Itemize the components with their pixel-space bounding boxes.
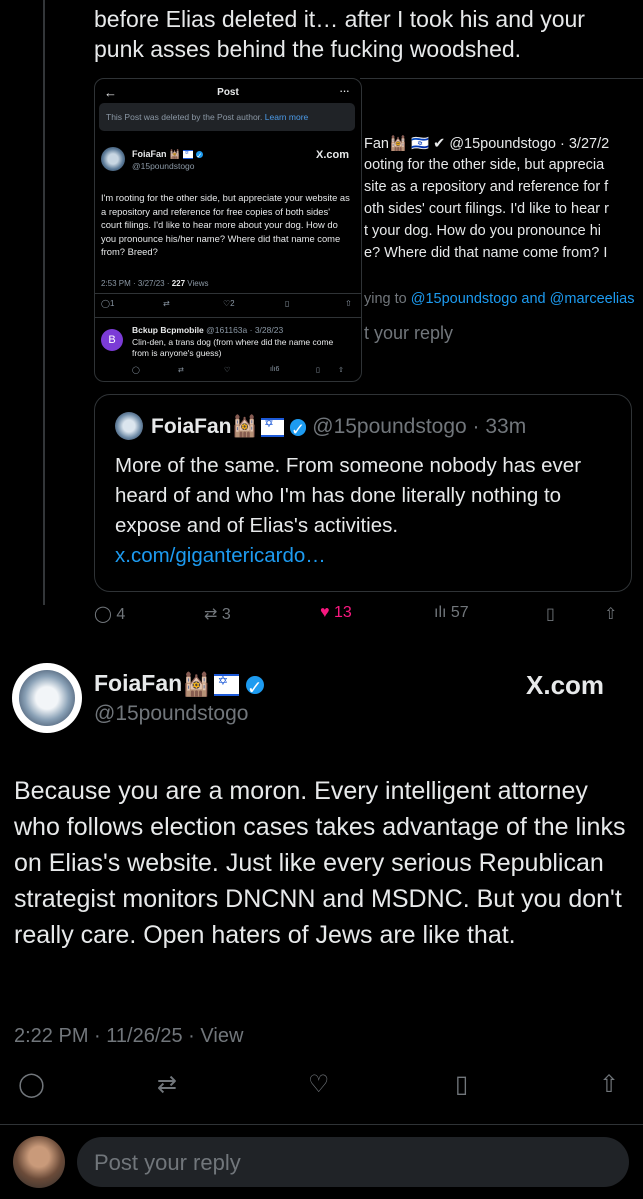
share-button[interactable]: ⇧: [604, 604, 617, 624]
avatar[interactable]: [12, 663, 82, 733]
quoted-tweet-link[interactable]: x.com/gigantericardo…: [115, 544, 326, 567]
verified-icon: ✓: [195, 151, 203, 161]
heart-icon[interactable]: ♡: [308, 1070, 330, 1099]
x-logo: X.com: [315, 149, 349, 161]
temple-icon: 🕍: [182, 671, 211, 698]
author-handle[interactable]: @15poundstogo: [94, 702, 248, 726]
reply-icon[interactable]: ◯: [18, 1070, 45, 1099]
quoted-tweet-body: More of the same. From someone nobody ha…: [115, 454, 582, 567]
israel-flag-icon: [183, 150, 194, 159]
reply-button[interactable]: ◯ 4: [94, 604, 125, 624]
screenshot2-line: oth sides' court filings. I'd like to he…: [364, 201, 609, 217]
parent-tweet-actions: ◯ 4 ⇄ 3 ♥ 13 ılı 57 ▯ ⇧: [94, 600, 634, 632]
reply-icon: ◯: [132, 367, 140, 374]
share-icon: ⇧: [604, 606, 618, 623]
screenshot2-replying-to: ying to @15poundstogo and @marceelias: [364, 291, 635, 307]
verified-icon: ✓: [245, 675, 264, 698]
divider: [0, 1124, 643, 1125]
israel-flag-icon: [260, 416, 284, 438]
screenshot2-line: t your dog. How do you pronounce hi: [364, 223, 601, 239]
avatar: B: [101, 329, 123, 351]
heart-icon: ♥: [320, 604, 330, 621]
screenshot-body: I'm rooting for the other side, but appr…: [101, 192, 350, 258]
screenshot-author-name: FoiaFan 🕍 ✓: [132, 149, 203, 160]
verified-icon: ✓: [289, 419, 307, 440]
share-icon: ⇧: [338, 367, 344, 374]
views-icon: ılı: [434, 604, 447, 621]
reply-icon: ◯ 1: [101, 299, 115, 308]
like-icon: ♡: [224, 367, 231, 374]
screenshot-author-handle: @15poundstogo: [132, 161, 195, 171]
temple-icon: 🕍: [169, 149, 181, 160]
reply-placeholder: Post your reply: [94, 1150, 241, 1175]
tweet-body: Because you are a moron. Every intellige…: [14, 777, 626, 949]
bookmark-icon: ▯: [546, 606, 555, 623]
screenshot2-reply-hint: t your reply: [364, 323, 454, 343]
share-icon[interactable]: ⇧: [599, 1070, 619, 1099]
embedded-screenshot[interactable]: ← Post ··· This Post was deleted by the …: [94, 78, 362, 382]
like-icon: ♡ 2: [223, 299, 235, 308]
screenshot2-line: Fan🕍 🇮🇱 ✔ @15poundstogo · 3/27/2: [364, 136, 610, 152]
reply-body: Clin-den, a trans dog (from where did th…: [132, 337, 334, 358]
quoted-tweet[interactable]: FoiaFan🕍 ✓ @15poundstogo · 33m More of t…: [94, 394, 632, 592]
views-icon: ılı 6: [270, 366, 280, 373]
repost-button[interactable]: ⇄ 3: [204, 604, 231, 624]
screenshot2-line: site as a repository and reference for f: [364, 179, 609, 195]
bookmark-button[interactable]: ▯: [546, 604, 555, 624]
reply-author: Bckup Bcpmobile @161163a · 3/28/23: [132, 325, 284, 335]
repost-icon: ⇄: [204, 606, 218, 623]
reply-icon: ◯: [94, 606, 112, 623]
bookmark-icon: ▯: [316, 367, 320, 374]
avatar: [101, 147, 125, 171]
bookmark-icon: ▯: [285, 299, 290, 308]
share-icon: ⇧: [345, 299, 352, 308]
avatar: [115, 412, 143, 440]
israel-flag-icon: [213, 673, 240, 696]
divider: [95, 293, 361, 294]
avatar: [13, 1136, 65, 1188]
reply-input[interactable]: Post your reply: [77, 1137, 629, 1187]
screenshot2-line: e? Where did that name come from? I: [364, 245, 608, 261]
views-button[interactable]: ılı 57: [434, 604, 469, 622]
temple-icon: 🕍: [231, 415, 258, 439]
screenshot2-line: ooting for the other side, but apprecia: [364, 157, 605, 173]
bookmark-icon[interactable]: ▯: [455, 1070, 468, 1099]
screenshot-title: Post: [217, 87, 239, 98]
author-name[interactable]: FoiaFan🕍 ✓: [94, 670, 264, 698]
screenshot-meta: 2:53 PM · 3/27/23 · 227 Views: [101, 279, 209, 288]
tweet-actions: ◯ ⇄ ♡ ▯ ⇧: [14, 1070, 629, 1110]
thread-line: [43, 0, 45, 605]
quoted-tweet-header: FoiaFan🕍 ✓ @15poundstogo · 33m: [151, 415, 526, 439]
repost-icon: ⇄: [163, 299, 170, 308]
tweet-meta: 2:22 PM · 11/26/25 · View: [14, 1025, 244, 1047]
divider: [95, 317, 361, 318]
parent-tweet-text: before Elias deleted it… after I took hi…: [94, 6, 585, 62]
embedded-screenshot-2[interactable]: Fan🕍 🇮🇱 ✔ @15poundstogo · 3/27/2 ooting …: [360, 78, 643, 381]
deleted-notice: This Post was deleted by the Post author…: [99, 103, 355, 131]
repost-icon: ⇄: [178, 367, 184, 374]
x-logo: X.com: [526, 670, 605, 700]
repost-icon[interactable]: ⇄: [157, 1070, 177, 1099]
screenshot-actions: ◯ 1 ⇄ ♡ 2 ▯ ⇧: [101, 299, 355, 313]
more-icon: ···: [339, 83, 350, 98]
like-button[interactable]: ♥ 13: [320, 604, 352, 622]
